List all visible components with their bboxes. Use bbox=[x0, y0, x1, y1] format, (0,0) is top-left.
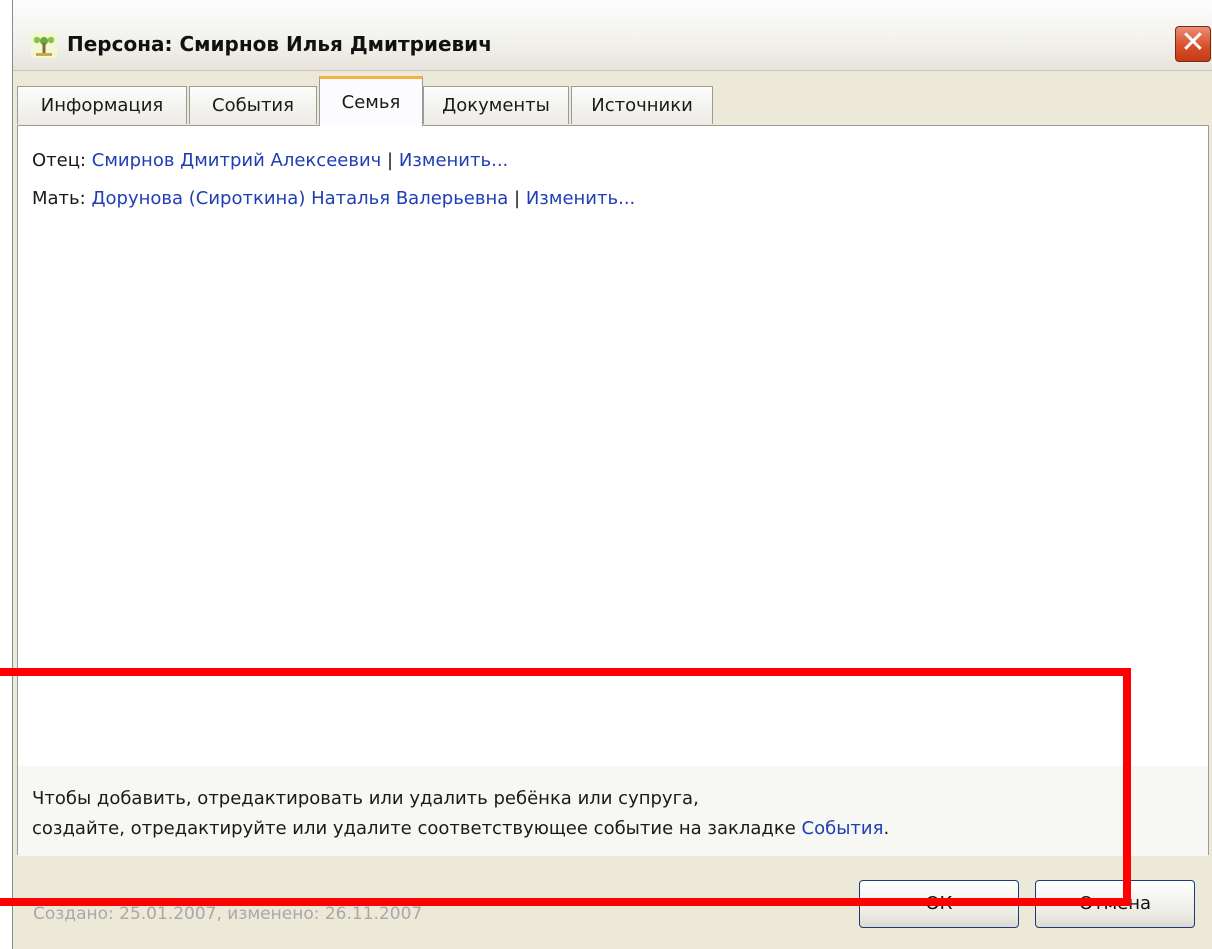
father-label: Отец: bbox=[32, 150, 87, 171]
tab-sources[interactable]: Источники bbox=[571, 86, 713, 124]
family-tree-icon bbox=[31, 32, 57, 58]
highlight-frame bbox=[0, 668, 1131, 906]
tab-strip: Информация События Семья Документы Источ… bbox=[17, 76, 1207, 126]
tab-events[interactable]: События bbox=[189, 86, 317, 124]
title-bar[interactable]: Персона: Смирнов Илья Дмитриевич ✕ bbox=[13, 0, 1212, 71]
tab-information[interactable]: Информация bbox=[17, 86, 187, 124]
tab-documents[interactable]: Документы bbox=[423, 86, 569, 124]
father-row: Отец: Смирнов Дмитрий Алексеевич | Измен… bbox=[32, 150, 508, 171]
mother-edit-link[interactable]: Изменить... bbox=[526, 188, 635, 209]
tab-family[interactable]: Семья bbox=[319, 76, 423, 126]
created-modified-status: Создано: 25.01.2007, изменено: 26.11.200… bbox=[33, 904, 423, 924]
mother-label: Мать: bbox=[32, 188, 86, 209]
father-name-link[interactable]: Смирнов Дмитрий Алексеевич bbox=[92, 150, 382, 171]
mother-row: Мать: Дорунова (Сироткина) Наталья Валер… bbox=[32, 188, 635, 209]
mother-name-link[interactable]: Дорунова (Сироткина) Наталья Валерьевна bbox=[91, 188, 508, 209]
separator: | bbox=[514, 188, 521, 209]
close-icon[interactable]: ✕ bbox=[1175, 26, 1211, 62]
father-edit-link[interactable]: Изменить... bbox=[399, 150, 508, 171]
separator: | bbox=[387, 150, 394, 171]
window-title: Персона: Смирнов Илья Дмитриевич bbox=[67, 32, 492, 56]
